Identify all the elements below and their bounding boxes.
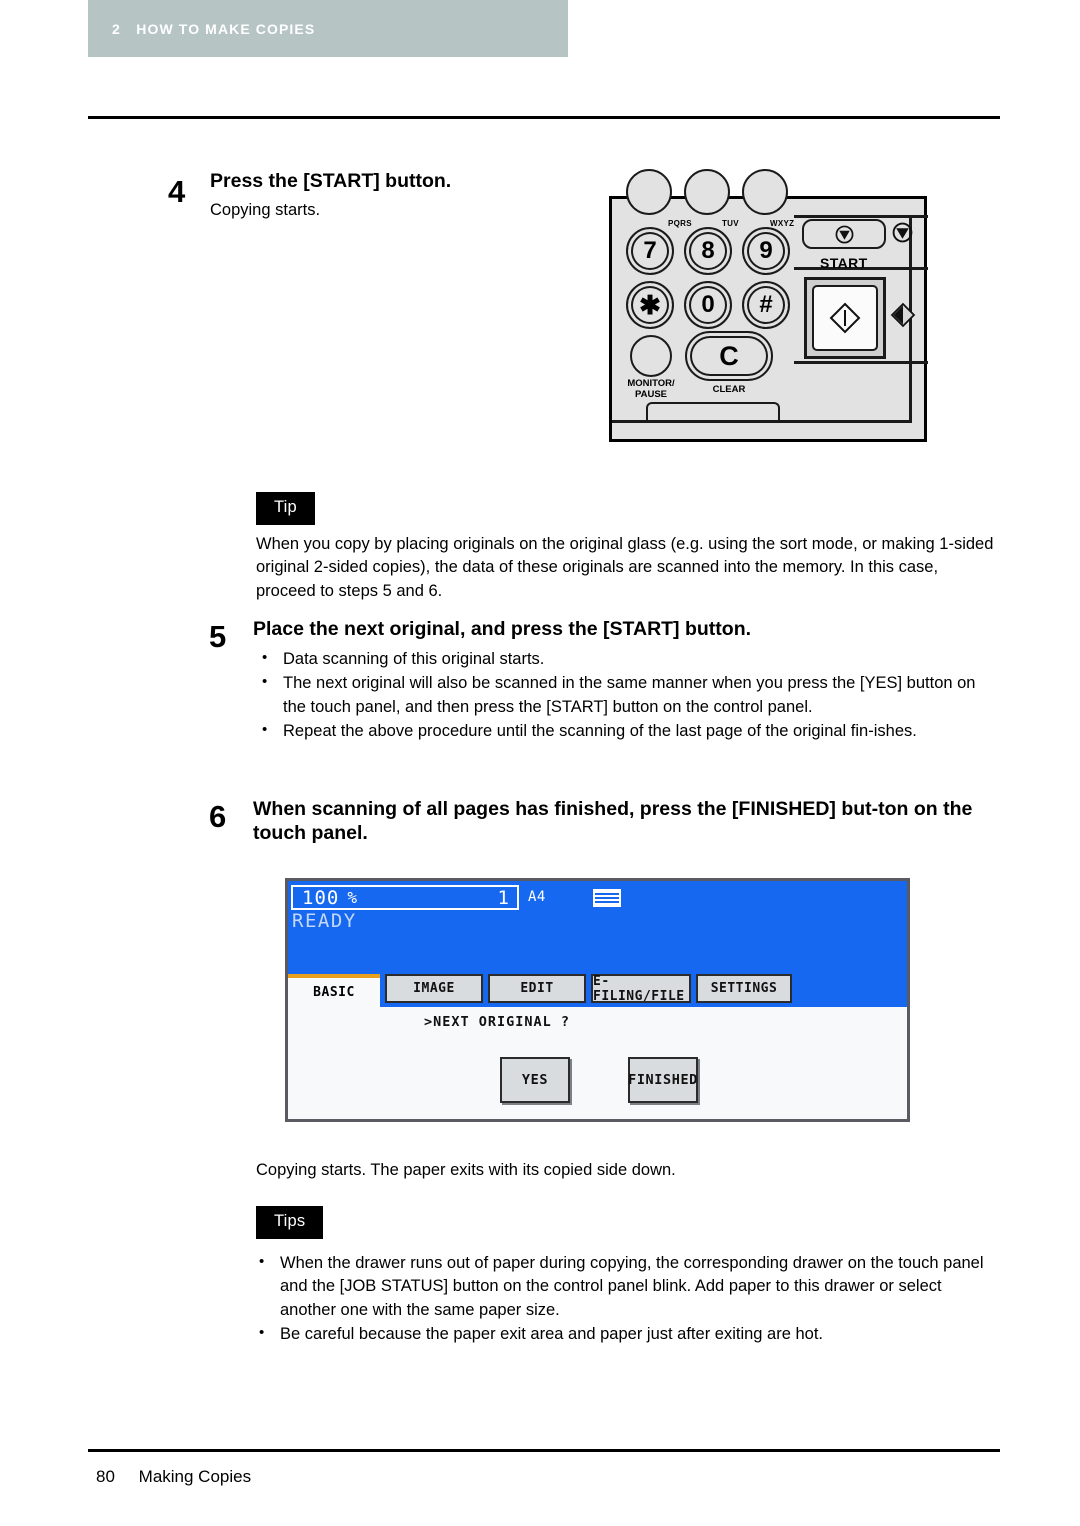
chapter-banner: 2 HOW TO MAKE COPIES [88,0,568,57]
tab-settings[interactable]: SETTINGS [696,974,792,1003]
tips-bullet-list: When the drawer runs out of paper during… [250,1251,996,1348]
list-item: When the drawer runs out of paper during… [250,1251,996,1322]
footer-divider [88,1449,1000,1452]
step-5-title: Place the next original, and press the [… [253,618,752,640]
tab-edit[interactable]: EDIT [488,974,586,1003]
touch-panel-tab-bar: BASIC IMAGE EDIT E-FILING/FILE SETTINGS [288,974,907,1007]
tip-text: When you copy by placing originals on th… [256,535,994,600]
panel-divider-bottom [794,361,928,364]
step-5: 5 Place the next original, and press the… [209,618,993,744]
panel-divider-top [794,215,928,218]
keypad-key-4-partial [626,169,672,215]
footer: 80 Making Copies [96,1467,251,1487]
touch-panel-screenshot: 100 % 1 A4 READY BASIC IMAGE EDIT E-FILI… [285,878,910,1122]
monitor-pause-button[interactable] [630,335,672,377]
yes-button[interactable]: YES [500,1057,570,1103]
step-5-bullet-list: Data scanning of this original starts. T… [253,647,993,744]
keypad-key-0[interactable]: 0 [684,281,732,329]
tip-label: Tip [256,492,315,525]
keypad-letters-tuv: TUV [722,219,739,228]
stop-indicator-icon [892,222,913,248]
paper-size-label: A4 [528,889,546,905]
next-original-prompt: >NEXT ORIGINAL ? [424,1014,571,1030]
page-number: 80 [96,1467,115,1486]
list-item: The next original will also be scanned i… [253,671,993,719]
header-divider [88,116,1000,119]
keypad-key-8[interactable]: 8 [684,227,732,275]
start-indicator-icon [890,302,916,333]
list-item: Be careful because the paper exit area a… [250,1322,996,1346]
touch-panel-header: 100 % 1 A4 READY [288,881,907,974]
list-item: Repeat the above procedure until the sca… [253,719,993,743]
tab-image[interactable]: IMAGE [385,974,483,1003]
step-6-number: 6 [209,799,227,834]
touch-panel-body: >NEXT ORIGINAL ? YES FINISHED [288,1007,907,1119]
keypad-key-asterisk[interactable]: ✱ [626,281,674,329]
start-button[interactable] [804,277,886,359]
monitor-pause-label: MONITOR/ PAUSE [627,378,675,400]
stop-icon [835,225,853,243]
clear-label: CLEAR [712,384,746,395]
zoom-ratio-box: 100 % 1 [291,885,519,910]
tab-basic[interactable]: BASIC [288,974,380,1007]
step-4-title: Press the [START] button. [210,170,452,192]
copying-starts-paragraph: Copying starts. The paper exits with its… [256,1161,676,1179]
tips-label: Tips [256,1206,324,1239]
keypad-key-7[interactable]: 7 [626,227,674,275]
copy-count: 1 [497,886,509,909]
status-text: READY [292,910,357,932]
step-4: 4 Press the [START] button. Copying star… [168,170,590,221]
list-item: Data scanning of this original starts. [253,647,993,671]
step-4-number: 4 [168,174,186,209]
keypad-letters-wxyz: WXYZ [770,219,795,228]
footer-section-title: Making Copies [138,1467,252,1486]
stop-button[interactable] [802,219,886,249]
keypad-key-6-partial [742,169,788,215]
step-4-subtext: Copying starts. [210,200,321,219]
keypad-letters-pqrs: PQRS [668,219,692,228]
paper-stack-icon [593,889,621,907]
step-6-title: When scanning of all pages has finished,… [253,798,973,844]
keypad-key-5-partial [684,169,730,215]
control-panel-illustration: PQRS TUV WXYZ 7 8 9 ✱ 0 # MONITOR/ PAUSE… [609,169,928,442]
start-button-label: START [820,255,868,271]
step-5-number: 5 [209,619,227,654]
clear-button[interactable]: C [685,331,773,381]
chapter-number: 2 [112,20,121,37]
step-6: 6 When scanning of all pages has finishe… [209,798,998,846]
percent-symbol: % [347,888,357,907]
zoom-ratio-value: 100 [302,886,340,909]
panel-bottom-line-2 [909,399,912,421]
finished-button[interactable]: FINISHED [628,1057,698,1103]
keypad-key-9[interactable]: 9 [742,227,790,275]
start-diamond-icon [829,302,861,334]
panel-bottom-line [612,420,912,423]
tab-efiling-file[interactable]: E-FILING/FILE [591,974,691,1004]
chapter-title: HOW TO MAKE COPIES [136,20,316,37]
keypad-key-hash[interactable]: # [742,281,790,329]
panel-tray-shape [646,402,780,422]
